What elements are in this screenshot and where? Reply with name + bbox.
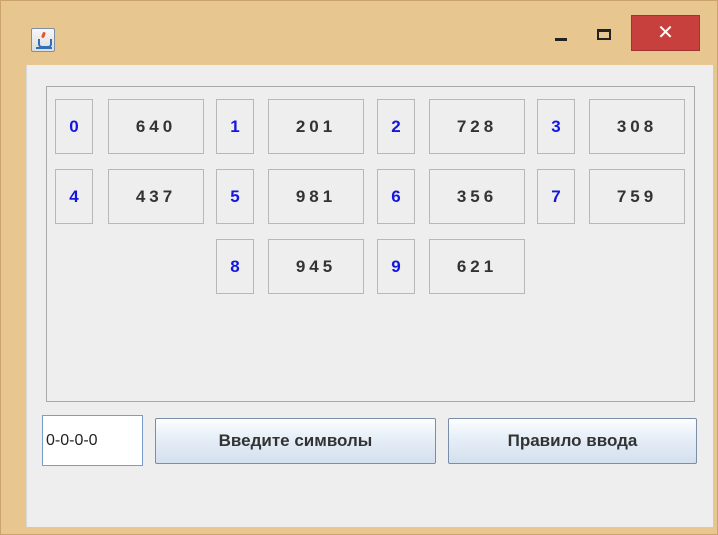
index-label-5: 5: [216, 169, 254, 224]
title-bar[interactable]: ✕: [1, 1, 717, 63]
index-label-3: 3: [537, 99, 575, 154]
index-label-9: 9: [377, 239, 415, 294]
minimize-icon: [555, 37, 567, 41]
value-cell-3: 308: [589, 99, 685, 154]
index-label-6: 6: [377, 169, 415, 224]
enter-symbols-button[interactable]: Введите символы: [155, 418, 436, 464]
index-label-1: 1: [216, 99, 254, 154]
enter-symbols-label: Введите символы: [218, 431, 373, 450]
index-label-8: 8: [216, 239, 254, 294]
value-cell-5: 981: [268, 169, 364, 224]
close-button[interactable]: ✕: [631, 15, 700, 51]
close-icon: ✕: [657, 22, 674, 44]
value-cell-4: 437: [108, 169, 204, 224]
code-input[interactable]: [42, 415, 143, 466]
maximize-icon: [596, 28, 611, 40]
index-label-0: 0: [55, 99, 93, 154]
value-cell-8: 945: [268, 239, 364, 294]
value-cell-9: 621: [429, 239, 525, 294]
value-cell-6: 356: [429, 169, 525, 224]
client-area: 0 640 1 201 2 728 3 308 4 437 5 981 6 35…: [26, 65, 713, 527]
input-rule-button[interactable]: Правило ввода: [448, 418, 697, 464]
value-cell-0: 640: [108, 99, 204, 154]
number-grid-panel: 0 640 1 201 2 728 3 308 4 437 5 981 6 35…: [46, 86, 695, 402]
input-rule-label: Правило ввода: [507, 431, 638, 450]
index-label-2: 2: [377, 99, 415, 154]
maximize-button[interactable]: [581, 19, 626, 49]
app-window: ✕ 0 640 1 201 2 728 3 308 4 437 5 981 6 …: [0, 0, 718, 535]
value-cell-1: 201: [268, 99, 364, 154]
value-cell-2: 728: [429, 99, 525, 154]
index-label-4: 4: [55, 169, 93, 224]
minimize-button[interactable]: [536, 19, 586, 49]
index-label-7: 7: [537, 169, 575, 224]
value-cell-7: 759: [589, 169, 685, 224]
java-app-icon[interactable]: [31, 28, 55, 52]
